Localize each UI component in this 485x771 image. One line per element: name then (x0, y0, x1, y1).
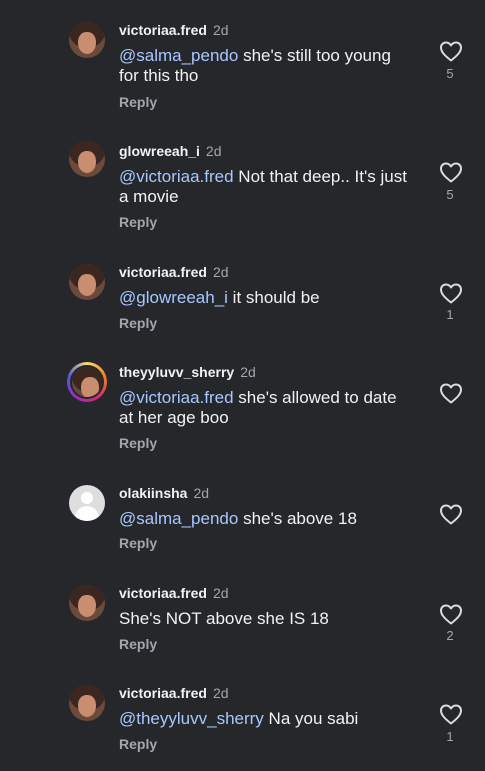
mention-link[interactable]: @victoriaa.fred (119, 167, 234, 186)
like-count: 5 (446, 187, 454, 202)
comment-meta: victoriaa.fred 2d (119, 684, 229, 702)
comment-item: victoriaa.fred 2d She's NOT above she IS … (0, 563, 485, 663)
comment-meta: glowreeah_i 2d (119, 142, 222, 160)
heart-outline-icon[interactable] (439, 503, 463, 525)
heart-outline-icon[interactable] (439, 603, 463, 625)
like-count: 5 (446, 66, 454, 81)
comment-body: she's above 18 (238, 509, 357, 528)
timestamp: 2d (212, 264, 229, 280)
comment-meta: victoriaa.fred 2d (119, 21, 229, 39)
username-link[interactable]: glowreeah_i (119, 143, 200, 159)
heart-outline-icon[interactable] (439, 382, 463, 404)
reply-button[interactable]: Reply (119, 535, 157, 551)
heart-outline-icon[interactable] (439, 703, 463, 725)
comment-item: victoriaa.fred 2d @glowreeah_i it should … (0, 242, 485, 342)
comment-text: @victoriaa.fred Not that deep.. It's jus… (119, 167, 409, 207)
username-link[interactable]: theyyluvv_sherry (119, 364, 234, 380)
comment-text: @glowreeah_i it should be (119, 288, 409, 308)
reply-button[interactable]: Reply (119, 736, 157, 752)
mention-link[interactable]: @theyyluvv_sherry (119, 709, 264, 728)
comment-body: it should be (227, 288, 320, 307)
avatar[interactable] (69, 22, 105, 58)
comment-item: olakiinsha 2d @salma_pendo she's above 18… (0, 463, 485, 563)
mention-link[interactable]: @glowreeah_i (119, 288, 228, 307)
comment-body: Na you sabi (263, 709, 359, 728)
comment-item: victoriaa.fred 2d @salma_pendo she's stil… (0, 0, 485, 110)
username-link[interactable]: victoriaa.fred (119, 685, 207, 701)
mention-link[interactable]: @salma_pendo (119, 46, 238, 65)
timestamp: 2d (212, 685, 229, 701)
comment-item: glowreeah_i 2d @victoriaa.fred Not that d… (0, 121, 485, 230)
reply-button[interactable]: Reply (119, 636, 157, 652)
comment-meta: victoriaa.fred 2d (119, 263, 229, 281)
timestamp: 2d (212, 22, 229, 38)
avatar[interactable] (69, 264, 105, 300)
reply-button[interactable]: Reply (119, 315, 157, 331)
comment-meta: victoriaa.fred 2d (119, 584, 229, 602)
timestamp: 2d (240, 364, 256, 380)
timestamp: 2d (193, 485, 210, 501)
like-count: 1 (446, 729, 454, 744)
mention-link[interactable]: @victoriaa.fred (119, 388, 234, 407)
comment-text: @theyyluvv_sherry Na you sabi (119, 709, 409, 729)
username-link[interactable]: olakiinsha (119, 485, 187, 501)
heart-outline-icon[interactable] (439, 40, 463, 62)
comment-item: victoriaa.fred 2d @theyyluvv_sherry Na yo… (0, 663, 485, 763)
reply-button[interactable]: Reply (119, 94, 157, 110)
comment-meta: olakiinsha 2d (119, 484, 209, 502)
like-count: 1 (446, 307, 454, 322)
avatar[interactable] (69, 141, 105, 177)
reply-button[interactable]: Reply (119, 214, 157, 230)
comment-text: She's NOT above she IS 18 (119, 609, 409, 629)
avatar[interactable] (69, 585, 105, 621)
mention-link[interactable]: @salma_pendo (119, 509, 238, 528)
comments-list: victoriaa.fred 2d @salma_pendo she's stil… (0, 0, 485, 771)
reply-button[interactable]: Reply (119, 435, 157, 451)
timestamp: 2d (212, 585, 229, 601)
avatar[interactable] (69, 685, 105, 721)
timestamp: 2d (205, 143, 222, 159)
default-avatar-icon[interactable] (69, 485, 105, 521)
comment-text: @salma_pendo she's still too young for t… (119, 46, 409, 86)
comment-text: @victoriaa.fred she's allowed to date at… (119, 388, 409, 428)
avatar-story-ring[interactable] (67, 362, 107, 402)
heart-outline-icon[interactable] (439, 282, 463, 304)
username-link[interactable]: victoriaa.fred (119, 585, 207, 601)
heart-outline-icon[interactable] (439, 161, 463, 183)
username-link[interactable]: victoriaa.fred (119, 264, 207, 280)
comment-item: theyyluvv_sherry 2d @victoriaa.fred she's… (0, 342, 485, 451)
comment-body: She's NOT above she IS 18 (119, 609, 329, 628)
username-link[interactable]: victoriaa.fred (119, 22, 207, 38)
like-count: 2 (446, 628, 454, 643)
comment-text: @salma_pendo she's above 18 (119, 509, 409, 529)
comment-meta: theyyluvv_sherry 2d (119, 363, 256, 381)
